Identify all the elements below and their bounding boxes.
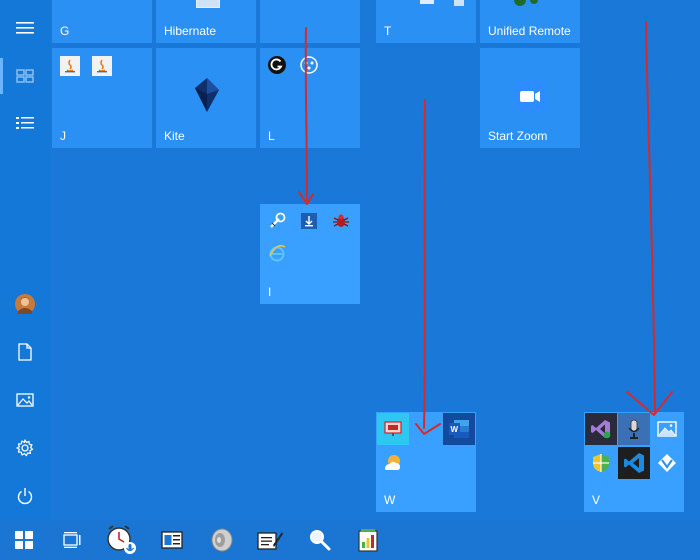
user-avatar-icon[interactable] — [0, 280, 50, 328]
windows-start-icon[interactable] — [0, 520, 48, 560]
tile-label: T — [384, 24, 392, 38]
pictures-icon[interactable] — [0, 376, 50, 424]
tile-hibernate[interactable]: Hibernate — [156, 0, 256, 43]
tile-label: Start Zoom — [488, 129, 548, 143]
notes-app-icon[interactable] — [246, 520, 294, 560]
speaker-app-icon[interactable] — [198, 520, 246, 560]
tile-label: Hibernate — [164, 24, 217, 38]
documents-icon[interactable] — [0, 328, 50, 376]
tile-folder-t[interactable]: T — [376, 0, 476, 43]
svg-text:W: W — [451, 425, 459, 434]
unified-remote-icon — [530, 0, 538, 4]
app-installer-icon — [297, 209, 321, 233]
photos-app-icon — [651, 413, 683, 445]
game-controller-icon — [297, 53, 321, 77]
unified-remote-icon — [514, 0, 526, 6]
wrench-tool-icon — [265, 209, 289, 233]
power-icon[interactable] — [0, 472, 50, 520]
tile-folder-l[interactable]: L — [260, 48, 360, 148]
alarm-clock-app-icon[interactable] — [98, 520, 146, 560]
all-apps-list-icon[interactable] — [0, 100, 50, 148]
visual-studio-icon — [585, 413, 617, 445]
word-icon: W — [443, 413, 475, 445]
app-icon — [454, 0, 464, 6]
search-magnifier-app-icon[interactable] — [296, 520, 344, 560]
tile-label: I — [268, 285, 272, 299]
all-tiles-icon[interactable] — [0, 52, 50, 100]
menu-icon[interactable] — [0, 4, 50, 52]
tile-folder-w[interactable]: W W — [376, 412, 476, 512]
tile-unified-remote[interactable]: Unified Remote — [480, 0, 580, 43]
weather-icon — [377, 447, 409, 479]
tile-label: V — [592, 493, 601, 507]
app-icon — [420, 0, 434, 4]
task-view-icon[interactable] — [48, 520, 96, 560]
presentation-app-icon — [377, 413, 409, 445]
tile-folder-i[interactable]: I — [260, 204, 360, 304]
hibernate-icon — [196, 0, 220, 8]
tile-label: Kite — [164, 129, 185, 143]
tile-start-zoom[interactable]: Start Zoom — [480, 48, 580, 148]
microphone-icon — [618, 413, 650, 445]
tiles-area: G Hibernate T Unified Remote J Kite L St… — [50, 0, 700, 520]
notepad-chart-app-icon[interactable] — [344, 520, 392, 560]
tile-folder-v[interactable]: V — [584, 412, 684, 512]
logitech-g-icon — [265, 53, 289, 77]
tile-label: W — [384, 493, 396, 507]
tile-label: J — [60, 129, 66, 143]
tile-kite[interactable]: Kite — [156, 48, 256, 148]
taskbar — [0, 520, 700, 560]
java-icon — [58, 54, 82, 78]
news-app-icon[interactable] — [148, 520, 196, 560]
tile-folder-j[interactable]: J — [52, 48, 152, 148]
shield-app-icon — [585, 447, 617, 479]
internet-explorer-icon — [265, 241, 289, 265]
bug-tool-icon — [329, 209, 353, 233]
tile-label: L — [268, 129, 275, 143]
java-icon — [90, 54, 114, 78]
settings-gear-icon[interactable] — [0, 424, 50, 472]
zoom-icon — [514, 80, 546, 116]
tile-blank[interactable] — [260, 0, 360, 43]
kite-icon — [193, 78, 221, 116]
tile-label: G — [60, 24, 70, 38]
vim-style-app-icon — [651, 447, 683, 479]
tile-folder-g[interactable]: G — [52, 0, 152, 43]
tile-label: Unified Remote — [488, 24, 571, 38]
start-menu-rail — [0, 0, 50, 520]
vscode-icon — [618, 447, 650, 479]
